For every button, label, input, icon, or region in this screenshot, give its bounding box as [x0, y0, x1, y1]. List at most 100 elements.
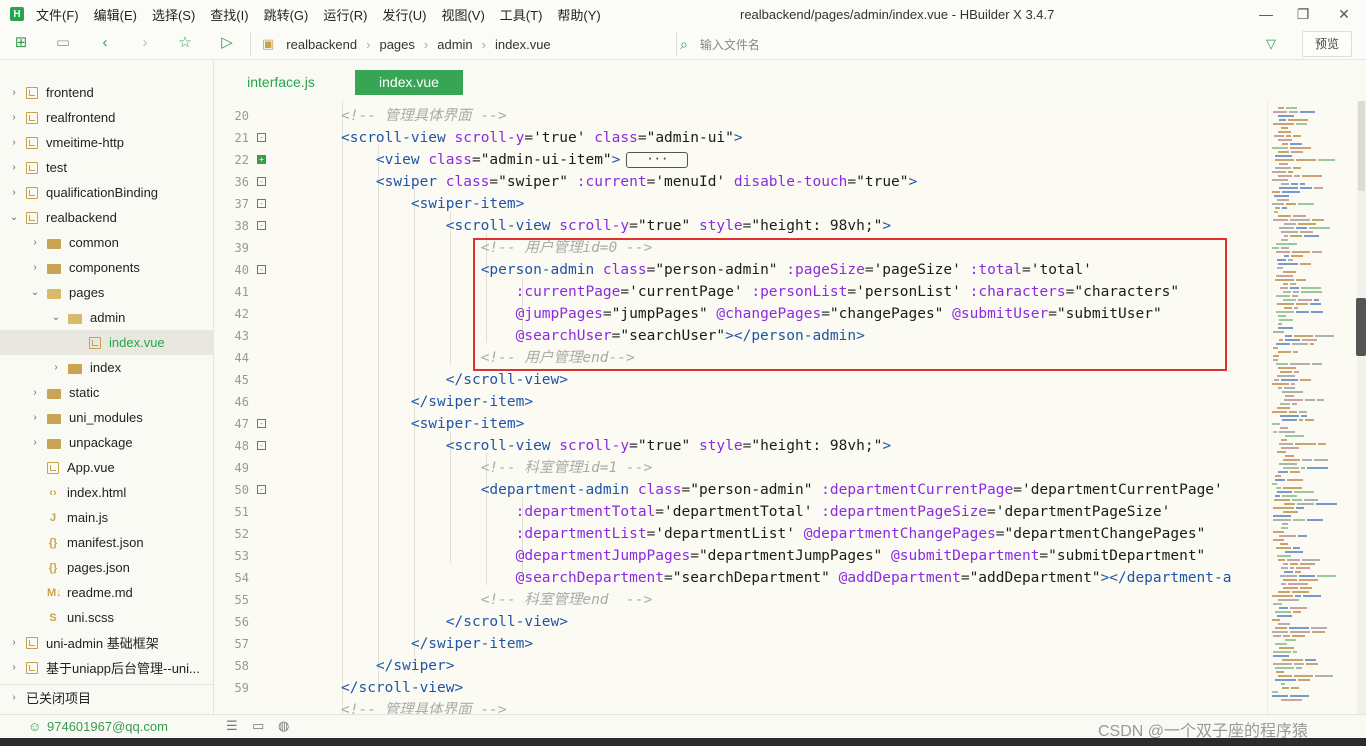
menu-run[interactable]: 运行(R) — [323, 5, 367, 24]
sidebar-item[interactable]: › index — [0, 355, 214, 380]
menu-publish[interactable]: 发行(U) — [382, 5, 426, 24]
chevron-right-icon[interactable]: › — [50, 362, 62, 373]
chevron-right-icon[interactable]: › — [8, 162, 20, 173]
minimize-icon[interactable]: — — [1256, 4, 1276, 24]
preview-button[interactable]: 预览 — [1302, 31, 1352, 57]
sidebar-item[interactable]: Suni.scss — [0, 605, 214, 630]
tab-interface-js[interactable]: interface.js — [245, 70, 317, 95]
chevron-right-icon[interactable]: › — [29, 237, 41, 248]
sidebar-item[interactable]: ⌄ pages — [0, 280, 214, 305]
menu-edit[interactable]: 编辑(E) — [94, 5, 137, 24]
back-icon[interactable]: ‹ — [96, 34, 114, 52]
chevron-right-icon[interactable]: › — [8, 137, 20, 148]
sidebar-item[interactable]: ⌄ admin — [0, 305, 214, 330]
sidebar-item[interactable]: › static — [0, 380, 214, 405]
sidebar-item[interactable]: ⌄ realbackend — [0, 205, 214, 230]
scrollbar-thumb[interactable] — [1358, 101, 1365, 191]
account-email[interactable]: 974601967@qq.com — [47, 719, 168, 734]
chevron-right-icon[interactable]: › — [8, 87, 20, 98]
menu-select[interactable]: 选择(S) — [152, 5, 195, 24]
sidebar-item[interactable]: › test — [0, 155, 214, 180]
chevron-down-icon[interactable]: ⌄ — [8, 212, 20, 223]
forward-icon[interactable]: › — [136, 34, 154, 52]
collapse-fold-icon[interactable]: - — [257, 485, 266, 494]
sidebar-item[interactable]: App.vue — [0, 455, 214, 480]
collapse-fold-icon[interactable]: - — [257, 177, 266, 186]
closed-projects-section[interactable]: › 已关闭项目 — [0, 684, 214, 709]
menu-view[interactable]: 视图(V) — [441, 5, 484, 24]
minimap-stroke — [1284, 307, 1292, 309]
chevron-right-icon[interactable]: › — [29, 387, 41, 398]
sidebar-item[interactable]: index.vue — [0, 330, 214, 355]
minimap-stroke — [1283, 487, 1302, 489]
code-line-60-partial: <!-- 管理具体界面 --> — [341, 702, 507, 714]
sidebar-item[interactable]: › uni_modules — [0, 405, 214, 430]
vue-file-icon — [89, 336, 101, 349]
line-number: 20 — [234, 109, 249, 123]
sidebar-item[interactable]: {} manifest.json — [0, 530, 214, 555]
save-icon[interactable]: ▭ — [54, 34, 72, 52]
breadcrumb-pages[interactable]: pages — [379, 37, 414, 52]
code-content[interactable]: <!-- 管理具体界面 --> <scroll-view scroll-y='t… — [341, 101, 1231, 714]
terminal-icon[interactable]: ▭ — [252, 718, 264, 734]
collapse-fold-icon[interactable]: - — [257, 133, 266, 142]
collapse-fold-icon[interactable]: - — [257, 265, 266, 274]
minimap-stroke — [1281, 231, 1298, 233]
breadcrumb-file[interactable]: index.vue — [495, 37, 551, 52]
plugin-icon[interactable]: ◍ — [278, 718, 289, 734]
collapse-fold-icon[interactable]: - — [257, 199, 266, 208]
sidebar-item[interactable]: › vmeitime-http — [0, 130, 214, 155]
sidebar-item[interactable]: › 基于uniapp后台管理--uni... — [0, 655, 214, 680]
collapse-fold-icon[interactable]: - — [257, 221, 266, 230]
sidebar-item[interactable]: ‹› index.html — [0, 480, 214, 505]
filter-icon[interactable]: ▽ — [1266, 36, 1276, 52]
chevron-right-icon[interactable]: › — [8, 637, 20, 648]
menu-tools[interactable]: 工具(T) — [500, 5, 543, 24]
menu-file[interactable]: 文件(F) — [36, 5, 79, 24]
minimap-stroke — [1301, 467, 1305, 469]
breadcrumb-project[interactable]: realbackend — [286, 37, 357, 52]
tab-index-vue[interactable]: index.vue — [355, 70, 463, 95]
breadcrumb-admin[interactable]: admin — [437, 37, 472, 52]
vertical-scrollbar[interactable] — [1357, 101, 1366, 714]
new-file-icon[interactable]: ⊞ — [12, 34, 30, 52]
sidebar-item[interactable]: M↓ readme.md — [0, 580, 214, 605]
sidebar-item[interactable]: › realfrontend — [0, 105, 214, 130]
minimap-stroke — [1281, 127, 1288, 129]
code-editor[interactable]: 20 21-22 +36-37-38-39 40-41 42 43 44 45 46 47-48-… — [215, 101, 1267, 714]
chevron-right-icon[interactable]: › — [29, 262, 41, 273]
sidebar-item[interactable]: › uni-admin 基础框架 — [0, 630, 214, 655]
list-icon[interactable]: ☰ — [226, 718, 238, 734]
sidebar-item[interactable]: › components — [0, 255, 214, 280]
chevron-down-icon[interactable]: ⌄ — [29, 287, 41, 298]
menu-help[interactable]: 帮助(Y) — [557, 5, 600, 24]
sidebar-item[interactable]: › frontend — [0, 80, 214, 105]
chevron-right-icon[interactable]: › — [8, 662, 20, 673]
chevron-down-icon[interactable]: ⌄ — [50, 312, 62, 323]
collapse-fold-icon[interactable]: - — [257, 419, 266, 428]
collapse-fold-icon[interactable]: - — [257, 441, 266, 450]
maximize-icon[interactable]: ❐ — [1293, 4, 1313, 24]
menu-goto[interactable]: 跳转(G) — [264, 5, 309, 24]
chevron-right-icon[interactable]: › — [29, 437, 41, 448]
sidebar-item[interactable]: › common — [0, 230, 214, 255]
file-search-input[interactable]: ⌕ 输入文件名 ▽ — [680, 31, 1290, 57]
favorite-star-icon[interactable]: ☆ — [176, 34, 194, 52]
sidebar-item[interactable]: › qualificationBinding — [0, 180, 214, 205]
expand-fold-icon[interactable]: + — [257, 155, 266, 164]
code-minimap[interactable] — [1267, 101, 1357, 714]
side-panel-toggle[interactable] — [1356, 298, 1366, 356]
run-icon[interactable]: ▷ — [218, 34, 236, 52]
sidebar-item[interactable]: › unpackage — [0, 430, 214, 455]
chevron-right-icon[interactable]: › — [29, 412, 41, 423]
sidebar-item-label: realbackend — [46, 210, 117, 225]
sidebar-item[interactable]: Jmain.js — [0, 505, 214, 530]
close-icon[interactable]: ✕ — [1334, 4, 1354, 24]
sidebar-item[interactable]: {} pages.json — [0, 555, 214, 580]
folded-code-indicator[interactable]: ··· — [626, 152, 689, 168]
chevron-right-icon[interactable]: › — [8, 112, 20, 123]
chevron-right-icon[interactable]: › — [8, 187, 20, 198]
menu-find[interactable]: 查找(I) — [210, 5, 248, 24]
chevron-right-icon[interactable]: › — [8, 692, 20, 703]
minimap-stroke — [1296, 159, 1316, 161]
